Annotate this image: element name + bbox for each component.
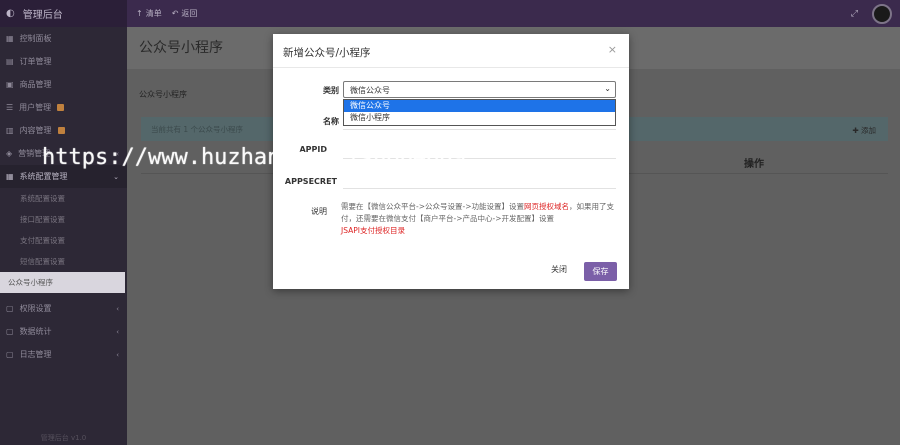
column-header-operation: 操作 [744, 159, 764, 170]
back-button[interactable]: ↶ 返回 [172, 8, 198, 19]
sidebar-item-permissions[interactable]: ▢ 权限设置 ‹ [0, 297, 127, 320]
close-icon[interactable]: × [608, 43, 617, 56]
page-title: 公众号小程序 [139, 40, 223, 56]
add-button[interactable]: ✚ 添加 [852, 125, 876, 136]
sidebar-subitem-active[interactable]: 公众号小程序 [0, 272, 125, 293]
chevron-down-icon: ⌄ [604, 84, 611, 93]
info-text: 当前共有 1 个公众号小程序 [151, 125, 244, 134]
option-official-account[interactable]: 微信公众号 [344, 100, 615, 112]
content-icon: ▥ [6, 126, 14, 135]
chevron-left-icon: ‹ [116, 304, 119, 313]
sidebar-item-dashboard[interactable]: ▦ 控制面板 [0, 27, 127, 50]
brand[interactable]: ◐ 管理后台 [0, 0, 127, 27]
users-icon: ☰ [6, 103, 14, 112]
sidebar-subitem[interactable]: 短信配置设置 [0, 251, 127, 272]
sidebar-subitem[interactable]: 接口配置设置 [0, 209, 127, 230]
sidebar-subitem[interactable]: 支付配置设置 [0, 230, 127, 251]
sidebar: ▦ 控制面板 ▤ 订单管理 ▣ 商品管理 ☰ 用户管理 ▥ 内容管理 ◈ 营销管理 ‹ ▦ 系统… [0, 27, 127, 445]
chevron-left-icon: ‹ [116, 327, 119, 336]
sidebar-item-stats[interactable]: ▢ 数据统计 ‹ [0, 320, 127, 343]
appsecret-label: APPSECRET [284, 177, 337, 186]
new-badge [57, 104, 65, 111]
new-badge [57, 127, 65, 134]
sidebar-item-logs[interactable]: ▢ 日志管理 ‹ [0, 343, 127, 366]
option-mini-program[interactable]: 微信小程序 [344, 112, 615, 124]
sidebar-item-content[interactable]: ▥ 内容管理 [0, 119, 127, 142]
desc-label: 说明 [311, 207, 327, 216]
dashboard-icon: ▦ [6, 34, 14, 43]
top-bar: ◐ 管理后台 ↑ 清单 ↶ 返回 ⤢ [0, 0, 900, 27]
panel-title: 公众号小程序 [139, 90, 187, 99]
marketing-icon: ◈ [6, 149, 13, 158]
arrow-up-icon: ↑ [136, 9, 143, 18]
sidebar-footer: 管理后台 v1.0 [40, 434, 87, 442]
sidebar-subitem[interactable]: 系统配置设置 [0, 188, 127, 209]
watermark-text: https://www.huzhan.com/ishop4009 [42, 145, 466, 170]
description-text: 需要在【微信公众平台->公众号设置->功能设置】设置网页授权域名，如果用了支付，… [341, 202, 614, 235]
lock-icon: ▢ [6, 304, 14, 313]
modal-header: 新增公众号/小程序 × [273, 34, 629, 68]
name-label: 名称 [323, 117, 339, 126]
goods-icon: ▣ [6, 80, 14, 89]
name-input[interactable] [343, 129, 616, 130]
close-button[interactable]: 关闭 [551, 264, 567, 275]
logo-icon: ◐ [6, 8, 15, 19]
sidebar-item-goods[interactable]: ▣ 商品管理 [0, 73, 127, 96]
clear-button[interactable]: ↑ 清单 [136, 8, 162, 19]
log-icon: ▢ [6, 350, 14, 359]
type-select[interactable]: 微信公众号 ⌄ [343, 81, 616, 98]
modal-footer: 关闭 保存 [273, 258, 629, 289]
chart-icon: ▢ [6, 327, 14, 336]
orders-icon: ▤ [6, 57, 14, 66]
expand-icon[interactable]: ⤢ [851, 9, 858, 19]
top-right: ⤢ [851, 0, 892, 27]
type-dropdown: 微信公众号 微信小程序 [343, 99, 616, 126]
save-button[interactable]: 保存 [584, 262, 617, 281]
type-label: 类别 [323, 86, 339, 95]
modal-title: 新增公众号/小程序 [283, 47, 371, 59]
chevron-down-icon: ⌄ [113, 172, 119, 181]
brand-title: 管理后台 [22, 10, 63, 21]
config-icon: ▦ [6, 172, 14, 181]
avatar[interactable] [872, 3, 892, 24]
sidebar-item-orders[interactable]: ▤ 订单管理 [0, 50, 127, 73]
chevron-left-icon: ‹ [116, 350, 119, 359]
appsecret-input[interactable] [343, 188, 616, 189]
top-actions: ↑ 清单 ↶ 返回 [136, 0, 197, 27]
undo-icon: ↶ [171, 9, 179, 18]
sidebar-item-users[interactable]: ☰ 用户管理 [0, 96, 127, 119]
